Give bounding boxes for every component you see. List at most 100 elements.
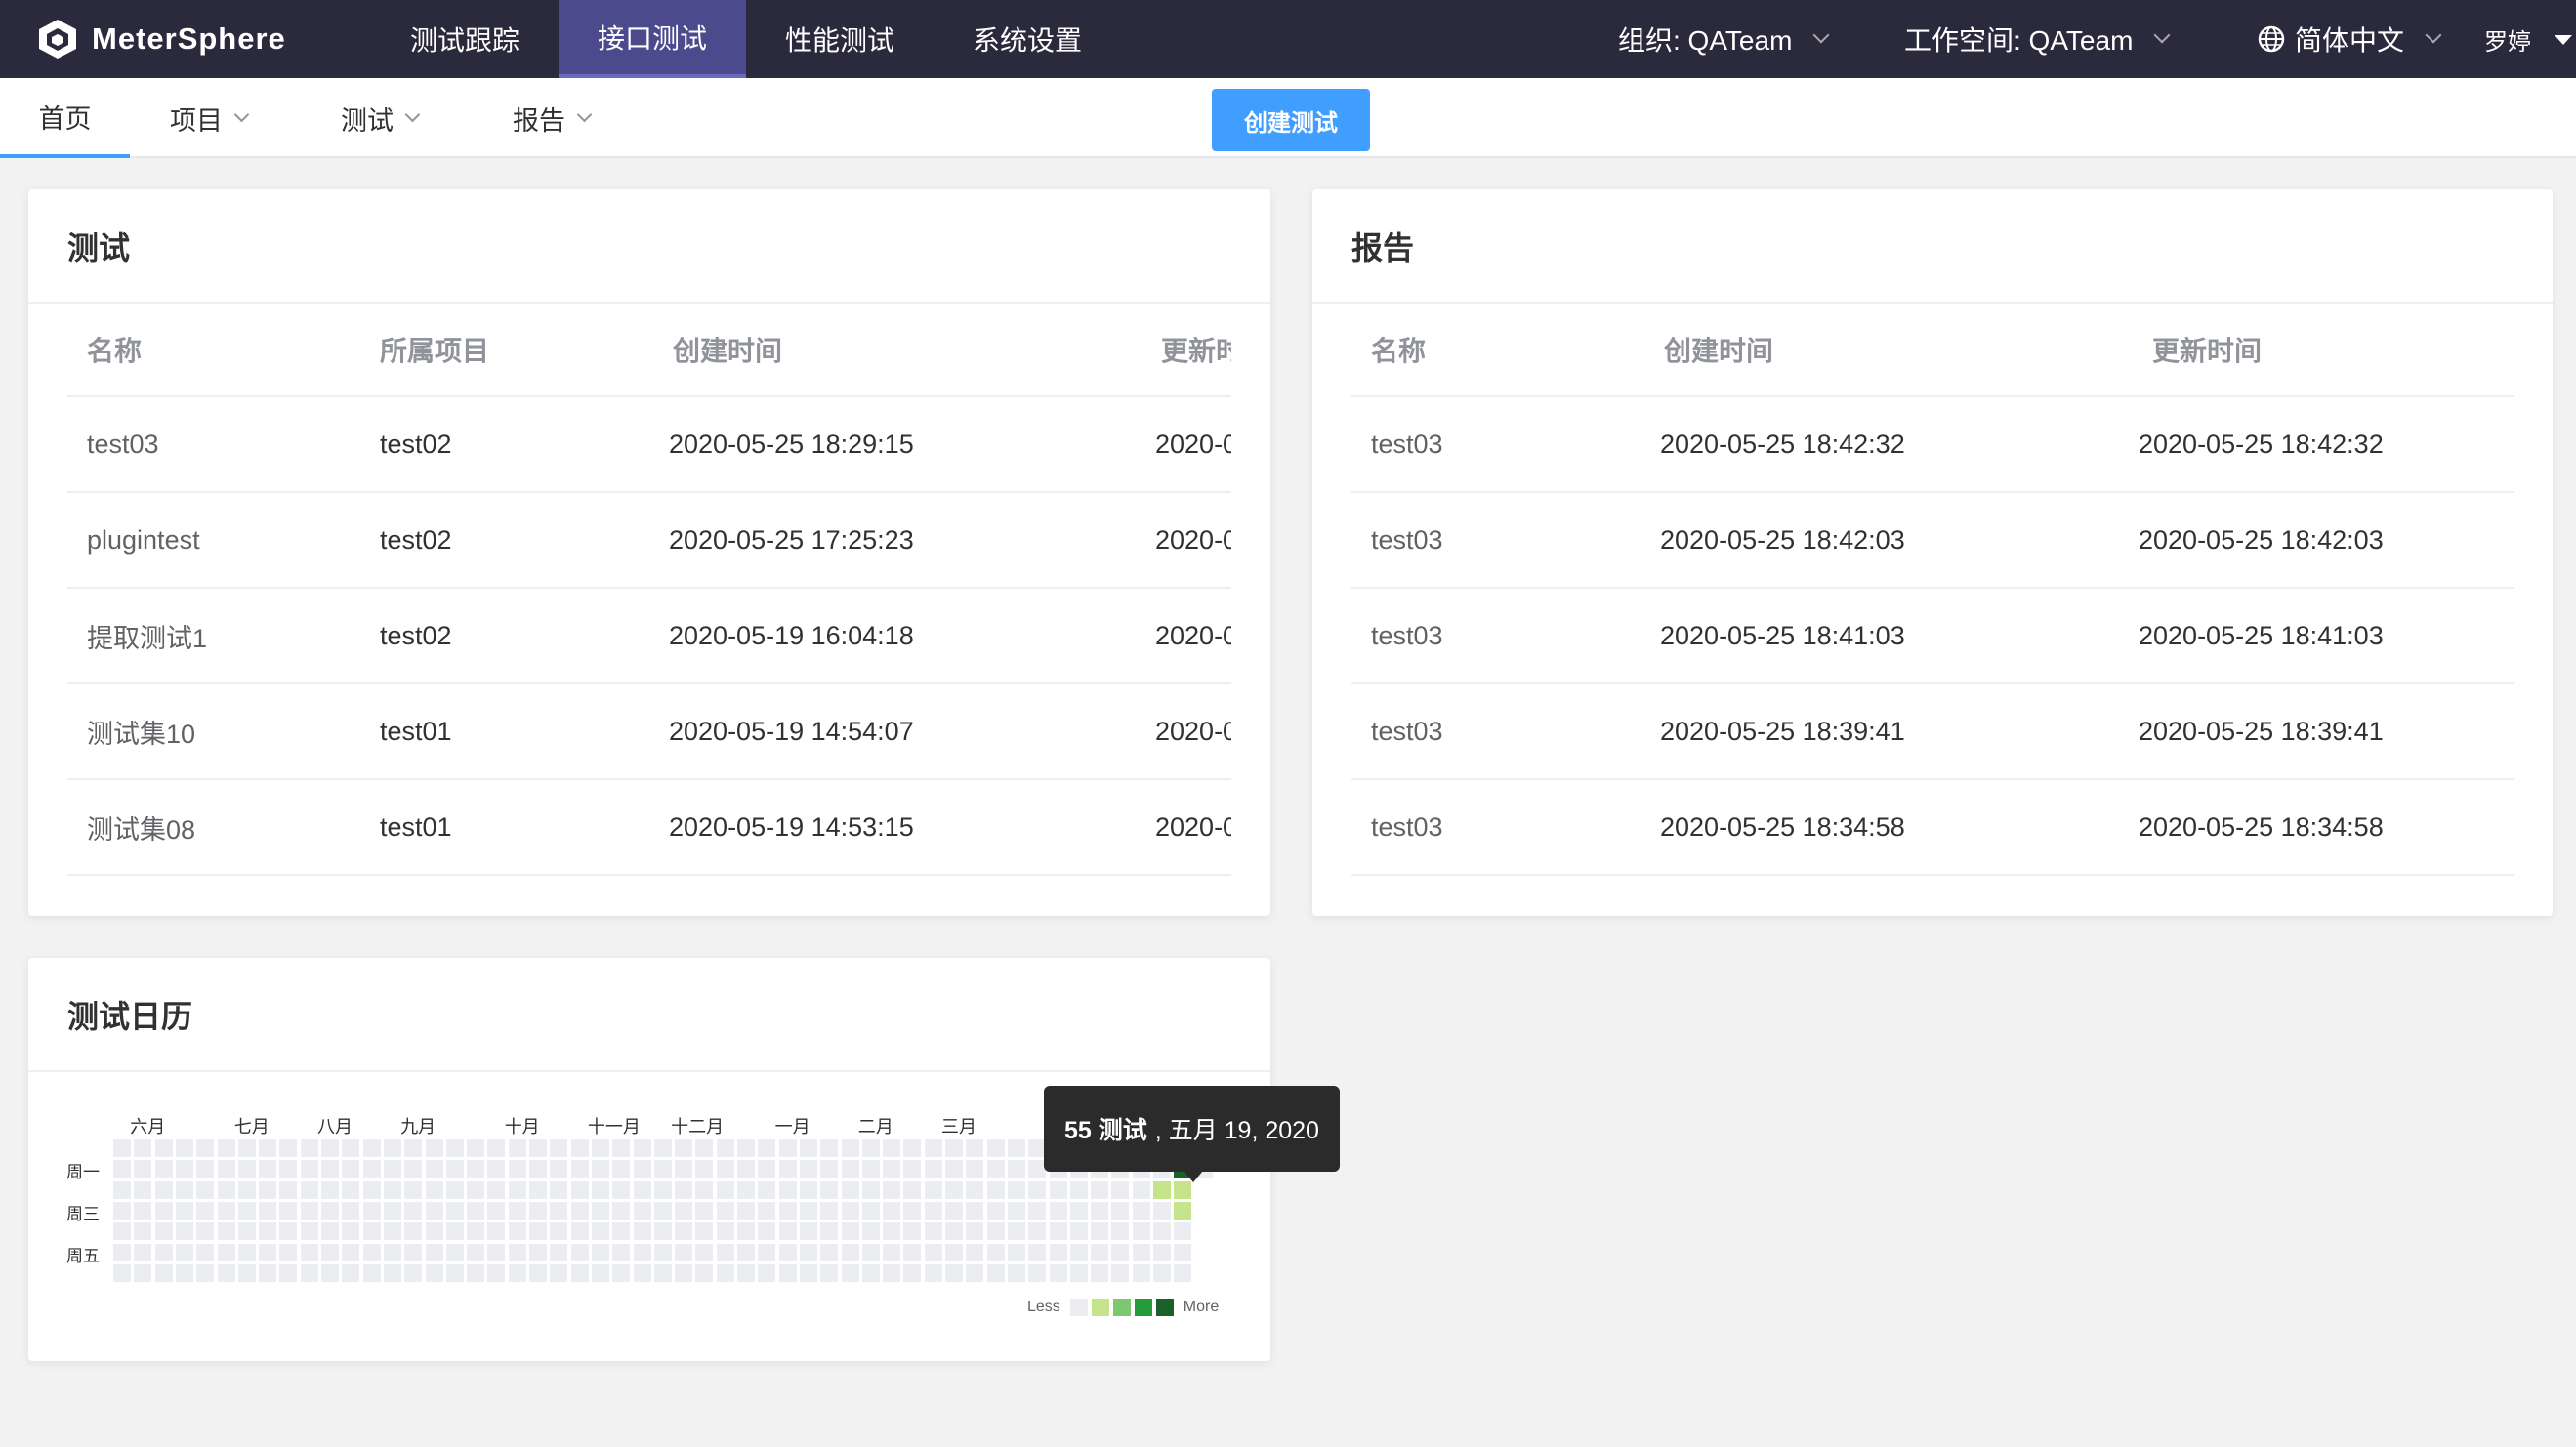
calendar-day-cell[interactable] bbox=[467, 1222, 485, 1241]
calendar-day-cell[interactable] bbox=[300, 1243, 318, 1261]
calendar-day-cell[interactable] bbox=[820, 1139, 839, 1157]
calendar-day-cell[interactable] bbox=[861, 1180, 880, 1199]
calendar-day-cell[interactable] bbox=[529, 1180, 547, 1199]
calendar-day-cell[interactable] bbox=[695, 1160, 714, 1178]
calendar-day-cell[interactable] bbox=[217, 1201, 235, 1220]
calendar-day-cell[interactable] bbox=[716, 1139, 734, 1157]
calendar-day-cell[interactable] bbox=[1007, 1180, 1025, 1199]
calendar-day-cell[interactable] bbox=[1111, 1180, 1130, 1199]
calendar-day-cell[interactable] bbox=[758, 1180, 776, 1199]
calendar-day-cell[interactable] bbox=[383, 1180, 401, 1199]
calendar-day-cell[interactable] bbox=[196, 1139, 215, 1157]
calendar-day-cell[interactable] bbox=[425, 1263, 443, 1282]
calendar-day-cell[interactable] bbox=[1174, 1180, 1192, 1199]
calendar-day-cell[interactable] bbox=[134, 1180, 152, 1199]
nav-api-test[interactable]: 接口测试 bbox=[559, 0, 746, 78]
calendar-day-cell[interactable] bbox=[508, 1263, 526, 1282]
calendar-day-cell[interactable] bbox=[612, 1222, 631, 1241]
calendar-day-cell[interactable] bbox=[778, 1180, 797, 1199]
calendar-day-cell[interactable] bbox=[134, 1201, 152, 1220]
calendar-day-cell[interactable] bbox=[633, 1180, 651, 1199]
calendar-day-cell[interactable] bbox=[778, 1201, 797, 1220]
calendar-day-cell[interactable] bbox=[653, 1263, 672, 1282]
calendar-day-cell[interactable] bbox=[1069, 1201, 1088, 1220]
calendar-day-cell[interactable] bbox=[1091, 1180, 1109, 1199]
calendar-day-cell[interactable] bbox=[653, 1201, 672, 1220]
calendar-day-cell[interactable] bbox=[467, 1180, 485, 1199]
calendar-day-cell[interactable] bbox=[758, 1201, 776, 1220]
calendar-day-cell[interactable] bbox=[175, 1160, 193, 1178]
calendar-day-cell[interactable] bbox=[778, 1160, 797, 1178]
calendar-day-cell[interactable] bbox=[799, 1222, 817, 1241]
calendar-day-cell[interactable] bbox=[425, 1180, 443, 1199]
calendar-day-cell[interactable] bbox=[404, 1139, 423, 1157]
calendar-day-cell[interactable] bbox=[820, 1160, 839, 1178]
calendar-day-cell[interactable] bbox=[467, 1139, 485, 1157]
calendar-day-cell[interactable] bbox=[342, 1139, 360, 1157]
calendar-day-cell[interactable] bbox=[300, 1139, 318, 1157]
calendar-day-cell[interactable] bbox=[196, 1201, 215, 1220]
calendar-day-cell[interactable] bbox=[1111, 1243, 1130, 1261]
calendar-day-cell[interactable] bbox=[986, 1201, 1005, 1220]
calendar-day-cell[interactable] bbox=[404, 1222, 423, 1241]
calendar-day-cell[interactable] bbox=[778, 1243, 797, 1261]
calendar-day-cell[interactable] bbox=[259, 1243, 277, 1261]
calendar-day-cell[interactable] bbox=[362, 1222, 381, 1241]
calendar-day-cell[interactable] bbox=[612, 1139, 631, 1157]
calendar-day-cell[interactable] bbox=[175, 1139, 193, 1157]
calendar-day-cell[interactable] bbox=[154, 1263, 173, 1282]
calendar-day-cell[interactable] bbox=[550, 1139, 568, 1157]
calendar-day-cell[interactable] bbox=[945, 1160, 963, 1178]
calendar-day-cell[interactable] bbox=[1153, 1201, 1171, 1220]
calendar-day-cell[interactable] bbox=[1028, 1180, 1047, 1199]
col-updated[interactable]: 更新时间 bbox=[2152, 304, 2262, 395]
table-row[interactable]: test03 2020-05-25 18:41:03 2020-05-25 18:4… bbox=[1351, 589, 2514, 684]
calendar-day-cell[interactable] bbox=[487, 1139, 506, 1157]
calendar-day-cell[interactable] bbox=[508, 1222, 526, 1241]
calendar-day-cell[interactable] bbox=[217, 1263, 235, 1282]
calendar-day-cell[interactable] bbox=[675, 1201, 693, 1220]
calendar-day-cell[interactable] bbox=[508, 1180, 526, 1199]
calendar-day-cell[interactable] bbox=[508, 1243, 526, 1261]
calendar-day-cell[interactable] bbox=[259, 1160, 277, 1178]
calendar-day-cell[interactable] bbox=[425, 1201, 443, 1220]
calendar-day-cell[interactable] bbox=[653, 1139, 672, 1157]
calendar-day-cell[interactable] bbox=[1028, 1201, 1047, 1220]
calendar-day-cell[interactable] bbox=[1049, 1201, 1067, 1220]
calendar-day-cell[interactable] bbox=[903, 1160, 922, 1178]
calendar-day-cell[interactable] bbox=[820, 1263, 839, 1282]
calendar-day-cell[interactable] bbox=[591, 1180, 609, 1199]
calendar-day-cell[interactable] bbox=[342, 1263, 360, 1282]
calendar-day-cell[interactable] bbox=[175, 1222, 193, 1241]
calendar-day-cell[interactable] bbox=[1028, 1222, 1047, 1241]
calendar-day-cell[interactable] bbox=[716, 1160, 734, 1178]
calendar-day-cell[interactable] bbox=[508, 1160, 526, 1178]
calendar-day-cell[interactable] bbox=[924, 1160, 942, 1178]
calendar-day-cell[interactable] bbox=[1091, 1243, 1109, 1261]
calendar-day-cell[interactable] bbox=[986, 1139, 1005, 1157]
calendar-day-cell[interactable] bbox=[924, 1180, 942, 1199]
calendar-day-cell[interactable] bbox=[675, 1180, 693, 1199]
calendar-day-cell[interactable] bbox=[1153, 1263, 1171, 1282]
calendar-day-cell[interactable] bbox=[362, 1180, 381, 1199]
calendar-day-cell[interactable] bbox=[487, 1180, 506, 1199]
calendar-day-cell[interactable] bbox=[861, 1263, 880, 1282]
calendar-day-cell[interactable] bbox=[799, 1139, 817, 1157]
calendar-day-cell[interactable] bbox=[570, 1263, 589, 1282]
calendar-day-cell[interactable] bbox=[945, 1243, 963, 1261]
calendar-day-cell[interactable] bbox=[591, 1139, 609, 1157]
calendar-day-cell[interactable] bbox=[196, 1180, 215, 1199]
calendar-day-cell[interactable] bbox=[321, 1160, 339, 1178]
calendar-day-cell[interactable] bbox=[966, 1180, 984, 1199]
workspace-switcher[interactable]: 工作空间: QATeam bbox=[1904, 0, 2171, 78]
calendar-day-cell[interactable] bbox=[279, 1243, 298, 1261]
calendar-day-cell[interactable] bbox=[217, 1160, 235, 1178]
col-created[interactable]: 创建时间 bbox=[1664, 304, 1773, 395]
calendar-day-cell[interactable] bbox=[653, 1243, 672, 1261]
calendar-day-cell[interactable] bbox=[1132, 1263, 1150, 1282]
calendar-day-cell[interactable] bbox=[633, 1201, 651, 1220]
calendar-day-cell[interactable] bbox=[820, 1222, 839, 1241]
calendar-day-cell[interactable] bbox=[425, 1222, 443, 1241]
calendar-day-cell[interactable] bbox=[362, 1201, 381, 1220]
calendar-day-cell[interactable] bbox=[716, 1201, 734, 1220]
